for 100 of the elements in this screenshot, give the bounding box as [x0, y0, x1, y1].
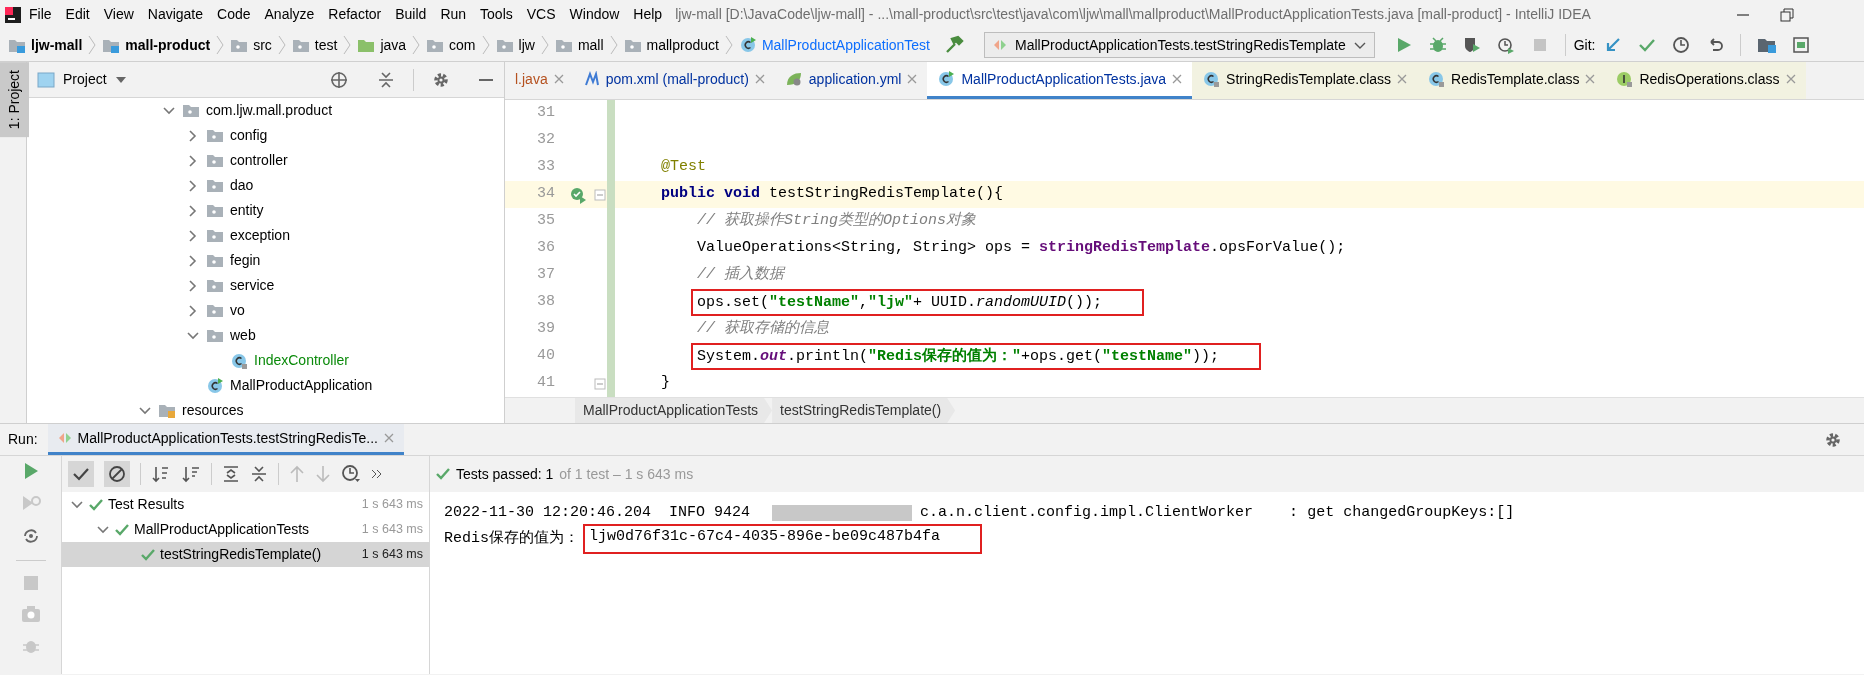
profiler-icon[interactable]: [1496, 36, 1515, 54]
test-duration: 1 s 643 ms: [361, 496, 423, 514]
folder-icon: [206, 227, 224, 244]
breadcrumb-separator-icon: [540, 35, 549, 55]
breadcrumb-item[interactable]: MallProductApplicationTest: [761, 34, 930, 56]
tree-item[interactable]: MallProductApplication: [230, 375, 373, 396]
panel-icon[interactable]: [1792, 36, 1809, 54]
breadcrumb-item[interactable]: src: [253, 34, 272, 56]
tree-item[interactable]: vo: [230, 300, 245, 321]
folder-icon: [158, 402, 176, 419]
settings-icon[interactable]: [432, 70, 450, 89]
class-icon: [206, 376, 224, 395]
menu-item[interactable]: Analyze: [257, 4, 322, 25]
code-line: // 插入数据: [697, 264, 785, 286]
project-structure-icon[interactable]: [1756, 36, 1777, 54]
tree-item[interactable]: exception: [230, 225, 290, 246]
test-name[interactable]: testStringRedisTemplate(): [160, 544, 322, 565]
close-icon[interactable]: [1785, 74, 1796, 84]
breadcrumb-item[interactable]: mall-product: [125, 34, 211, 56]
settings-icon[interactable]: [1824, 430, 1842, 449]
menu-item[interactable]: Refactor: [321, 4, 389, 25]
fold-marker-icon[interactable]: [594, 377, 606, 390]
menu-item[interactable]: Tools: [473, 4, 520, 25]
tree-item[interactable]: web: [230, 325, 256, 346]
breadcrumb-separator-icon: [88, 35, 97, 55]
editor-tab[interactable]: pom.xml (mall-product): [573, 62, 775, 99]
menu-item[interactable]: View: [96, 4, 141, 25]
coverage-icon[interactable]: [1462, 36, 1481, 54]
menu-item[interactable]: File: [22, 4, 59, 25]
collapse-all-icon[interactable]: [250, 465, 268, 483]
tree-item[interactable]: entity: [230, 200, 264, 221]
menu-item[interactable]: Window: [562, 4, 627, 25]
breadcrumb-item[interactable]: java: [380, 34, 407, 56]
breadcrumb-item[interactable]: mallproduct: [646, 34, 719, 56]
history-clock-icon[interactable]: [341, 464, 361, 484]
tree-item[interactable]: IndexController: [254, 350, 349, 371]
breadcrumb-separator-icon: [481, 35, 490, 55]
restore-icon[interactable]: [1780, 7, 1794, 22]
close-icon[interactable]: [383, 433, 394, 443]
debug-icon[interactable]: [1428, 36, 1447, 54]
folder-icon: [206, 177, 224, 194]
collapse-all-icon[interactable]: [377, 70, 395, 89]
run-configuration-dropdown[interactable]: MallProductApplicationTests.testStringRedisTemplate: [984, 32, 1375, 58]
locate-icon[interactable]: [329, 69, 349, 90]
expand-all-icon[interactable]: [222, 465, 240, 483]
line-number: 38: [536, 292, 556, 313]
fold-marker-icon[interactable]: [594, 188, 606, 201]
close-icon[interactable]: [553, 74, 564, 84]
line-number: 36: [536, 238, 556, 259]
menu-item[interactable]: Build: [388, 4, 434, 25]
breadcrumb-item[interactable]: testStringRedisTemplate(): [772, 398, 956, 423]
hammer-icon[interactable]: [944, 35, 964, 55]
menu-item[interactable]: Help: [626, 4, 670, 25]
breadcrumb-item[interactable]: ljw-mall: [31, 34, 83, 56]
close-icon[interactable]: [1172, 74, 1183, 84]
test-name[interactable]: MallProductApplicationTests: [134, 519, 310, 540]
close-icon[interactable]: [754, 74, 765, 84]
editor-tab[interactable]: RedisOperations.class: [1605, 62, 1806, 99]
close-icon[interactable]: [907, 74, 918, 84]
close-icon[interactable]: [1397, 74, 1408, 84]
project-tool-tab[interactable]: 1: Project: [0, 62, 29, 138]
run-test-icon[interactable]: [569, 185, 587, 204]
more-icon[interactable]: [371, 468, 383, 480]
close-icon[interactable]: [1585, 74, 1596, 84]
breadcrumb-item[interactable]: MallProductApplicationTests: [575, 398, 773, 423]
editor-tab[interactable]: StringRedisTemplate.class: [1192, 62, 1418, 99]
sort-alphabetically-icon[interactable]: [151, 465, 171, 483]
line-number: 41: [536, 373, 556, 394]
caret-icon[interactable]: [114, 74, 127, 85]
test-name[interactable]: Test Results: [108, 494, 185, 515]
breadcrumb-item[interactable]: com: [449, 34, 476, 56]
breadcrumb-item[interactable]: mall: [577, 34, 604, 56]
editor-tab[interactable]: application.yml: [774, 62, 928, 99]
menu-item[interactable]: Code: [210, 4, 258, 25]
tree-item[interactable]: dao: [230, 175, 254, 196]
code-line: // 获取存储的信息: [697, 318, 830, 340]
app-logo-icon: [4, 5, 22, 24]
menu-item[interactable]: Run: [433, 4, 474, 25]
sort-by-duration-icon[interactable]: [181, 465, 201, 483]
run-tab[interactable]: MallProductApplicationTests.testStringRedisTe...: [47, 424, 404, 455]
editor-tab[interactable]: MallProductApplicationTests.java: [927, 62, 1193, 99]
tree-item[interactable]: com.ljw.mall.product: [206, 100, 333, 121]
menu-item[interactable]: VCS: [519, 4, 563, 25]
tree-item[interactable]: resources: [182, 400, 244, 421]
editor-tab[interactable]: l.java: [505, 62, 574, 99]
tree-item[interactable]: fegin: [230, 250, 261, 271]
show-ignored-icon[interactable]: [108, 465, 126, 483]
class-icon: [230, 351, 248, 370]
console-text: ljw0d76f31c-67c4-4035-896e-be09c487b4fa: [583, 524, 983, 554]
tree-item[interactable]: service: [230, 275, 275, 296]
history-clock-icon[interactable]: [1671, 36, 1690, 54]
menu-item[interactable]: Navigate: [140, 4, 211, 25]
rerun-icon[interactable]: [22, 462, 39, 480]
tree-item[interactable]: controller: [230, 150, 288, 171]
menu-item[interactable]: Edit: [58, 4, 97, 25]
editor-tab[interactable]: RedisTemplate.class: [1417, 62, 1606, 99]
breadcrumb-item[interactable]: ljw: [518, 34, 535, 56]
breadcrumb-item[interactable]: test: [314, 34, 338, 56]
panel-title[interactable]: Project: [63, 69, 107, 90]
tree-item[interactable]: config: [230, 125, 268, 146]
